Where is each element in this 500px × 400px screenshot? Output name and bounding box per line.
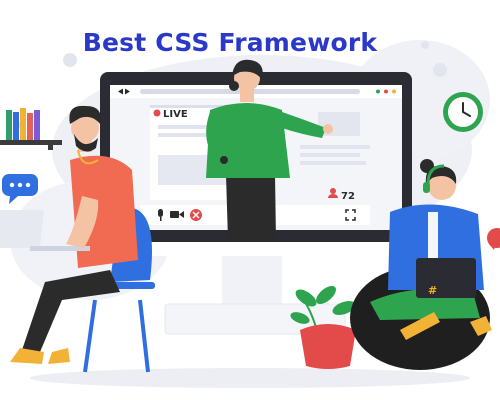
books-icon	[0, 108, 62, 150]
notification-bubble-icon	[487, 228, 500, 250]
end-call-icon[interactable]	[190, 209, 202, 221]
online-class-illustration: LIVE 72 #	[0, 40, 500, 388]
laptop-icon: #	[416, 258, 476, 298]
clock-icon	[443, 92, 483, 132]
viewer-count: 72	[341, 191, 355, 202]
illustration-canvas: Best CSS Framework LIVE 72 #	[0, 0, 500, 400]
live-label: LIVE	[163, 109, 188, 120]
laptop-hash-glyph: #	[428, 284, 437, 297]
